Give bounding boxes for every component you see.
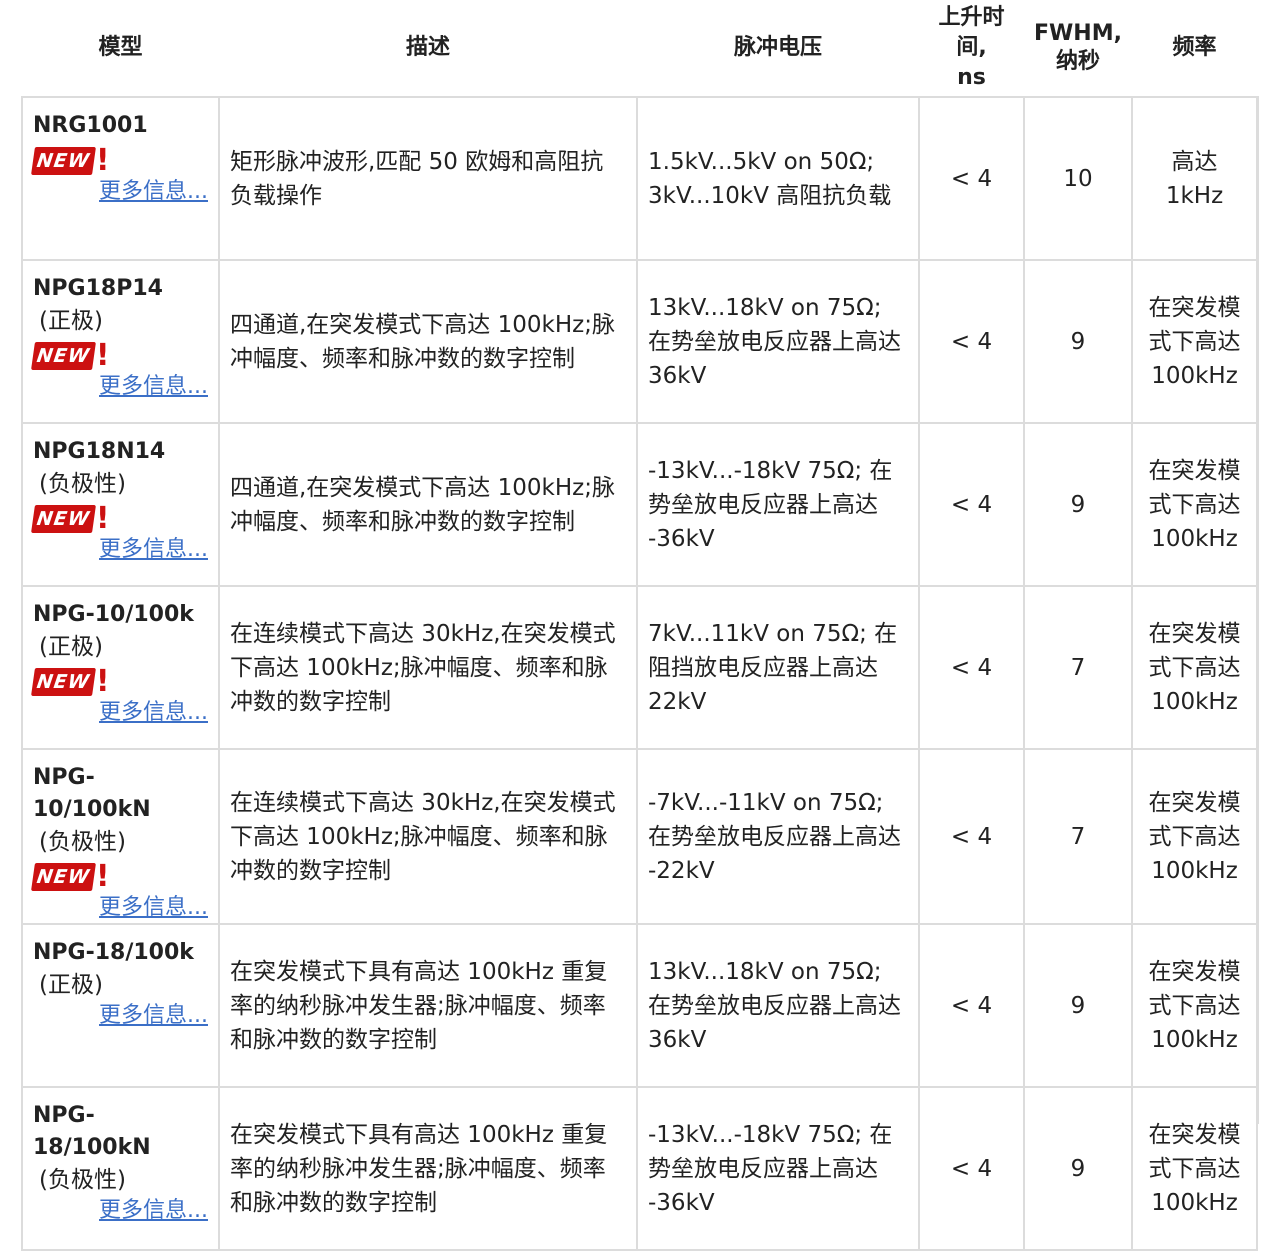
header-rise-line1: 上升时 bbox=[938, 5, 1005, 30]
model-cell: NPG-10/100kN (负极性) NEW! 更多信息... bbox=[21, 748, 220, 925]
header-row: 模型 描述 脉冲电压 上升时 间, ns FWHM, 纳秒 频率 bbox=[22, 0, 1257, 98]
new-badge-text: NEW bbox=[31, 146, 96, 175]
new-badge-mark: ! bbox=[95, 858, 110, 894]
table-row: NRG1001 NEW! 更多信息... 矩形脉冲波形,匹配 50 欧姆和高阻抗… bbox=[21, 96, 1258, 261]
description-cell: 在突发模式下具有高达 100kHz 重复率的纳秒脉冲发生器;脉冲幅度、频率和脉冲… bbox=[218, 923, 638, 1088]
model-cell: NPG-18/100kN (负极性) 更多信息... bbox=[21, 1086, 220, 1251]
header-fwhm-line2: 纳秒 bbox=[1055, 49, 1100, 74]
fwhm-cell: 9 bbox=[1023, 422, 1133, 587]
new-badge-mark: ! bbox=[95, 663, 110, 699]
voltage-cell: -13kV...-18kV 75Ω; 在势垒放电反应器上高达 -36kV bbox=[636, 1086, 920, 1251]
header-voltage: 脉冲电压 bbox=[637, 0, 919, 98]
fwhm-cell: 9 bbox=[1023, 259, 1133, 424]
rise-time-cell: < 4 bbox=[918, 748, 1025, 925]
rise-time-cell: < 4 bbox=[918, 259, 1025, 424]
polarity-label: (负极性) bbox=[39, 471, 126, 497]
description-cell: 四通道,在突发模式下高达 100kHz;脉冲幅度、频率和脉冲数的数字控制 bbox=[218, 422, 638, 587]
description-cell: 在连续模式下高达 30kHz,在突发模式下高达 100kHz;脉冲幅度、频率和脉… bbox=[218, 748, 638, 925]
frequency-cell: 在突发模式下高达 100kHz bbox=[1131, 1086, 1258, 1251]
model-cell: NRG1001 NEW! 更多信息... bbox=[21, 96, 220, 261]
more-info-link[interactable]: 更多信息... bbox=[33, 372, 208, 402]
model-cell: NPG18P14 (正极) NEW! 更多信息... bbox=[21, 259, 220, 424]
header-rise-time: 上升时 间, ns bbox=[919, 0, 1024, 98]
model-cell: NPG-10/100k (正极) NEW! 更多信息... bbox=[21, 585, 220, 750]
frequency-cell: 在突发模式下高达 100kHz bbox=[1131, 585, 1258, 750]
frequency-cell: 高达 1kHz bbox=[1131, 96, 1258, 261]
new-badge-text: NEW bbox=[31, 667, 96, 696]
new-badge-text: NEW bbox=[31, 341, 96, 370]
table-row: NPG-10/100k (正极) NEW! 更多信息... 在连续模式下高达 3… bbox=[21, 585, 1258, 750]
rise-time-cell: < 4 bbox=[918, 923, 1025, 1088]
fwhm-cell: 10 bbox=[1023, 96, 1133, 261]
model-name: NPG-18/100k bbox=[33, 940, 194, 965]
table-row: NPG-18/100kN (负极性) 更多信息... 在突发模式下具有高达 10… bbox=[21, 1086, 1258, 1251]
new-badge-mark: ! bbox=[95, 500, 110, 536]
fwhm-cell: 9 bbox=[1023, 1086, 1133, 1251]
more-info-link[interactable]: 更多信息... bbox=[33, 1001, 208, 1031]
model-cell: NPG18N14 (负极性) NEW! 更多信息... bbox=[21, 422, 220, 587]
model-name: NPG-18/100kN bbox=[33, 1103, 151, 1160]
header-fwhm-line1: FWHM, bbox=[1034, 21, 1122, 46]
rise-time-cell: < 4 bbox=[918, 422, 1025, 587]
table-row: NPG-18/100k (正极) 更多信息... 在突发模式下具有高达 100k… bbox=[21, 923, 1258, 1088]
new-badge: NEW! bbox=[31, 500, 110, 536]
new-badge-mark: ! bbox=[95, 337, 110, 373]
header-description: 描述 bbox=[219, 0, 637, 98]
polarity-label: (正极) bbox=[39, 634, 103, 660]
new-badge-mark: ! bbox=[95, 142, 110, 178]
frequency-cell: 在突发模式下高达 100kHz bbox=[1131, 748, 1258, 925]
rise-time-cell: < 4 bbox=[918, 96, 1025, 261]
frequency-cell: 在突发模式下高达 100kHz bbox=[1131, 259, 1258, 424]
table-right-border bbox=[1257, 96, 1262, 1124]
model-cell: NPG-18/100k (正极) 更多信息... bbox=[21, 923, 220, 1088]
new-badge-text: NEW bbox=[31, 504, 96, 533]
voltage-cell: -7kV...-11kV on 75Ω; 在势垒放电反应器上高达 -22kV bbox=[636, 748, 920, 925]
polarity-label: (负极性) bbox=[39, 1167, 126, 1193]
new-badge: NEW! bbox=[31, 142, 110, 178]
more-info-link[interactable]: 更多信息... bbox=[33, 893, 208, 923]
header-fwhm: FWHM, 纳秒 bbox=[1024, 0, 1132, 98]
description-cell: 在突发模式下具有高达 100kHz 重复率的纳秒脉冲发生器;脉冲幅度、频率和脉冲… bbox=[218, 1086, 638, 1251]
voltage-cell: 13kV...18kV on 75Ω; 在势垒放电反应器上高达 36kV bbox=[636, 923, 920, 1088]
model-name: NPG-10/100kN bbox=[33, 765, 151, 822]
more-info-link[interactable]: 更多信息... bbox=[33, 177, 208, 207]
new-badge: NEW! bbox=[31, 337, 110, 373]
more-info-link[interactable]: 更多信息... bbox=[33, 1196, 208, 1226]
new-badge-text: NEW bbox=[31, 862, 96, 891]
more-info-link[interactable]: 更多信息... bbox=[33, 698, 208, 728]
voltage-cell: -13kV...-18kV 75Ω; 在势垒放电反应器上高达 -36kV bbox=[636, 422, 920, 587]
rise-time-cell: < 4 bbox=[918, 1086, 1025, 1251]
new-badge: NEW! bbox=[31, 858, 110, 894]
header-frequency: 频率 bbox=[1132, 0, 1257, 98]
new-badge: NEW! bbox=[31, 663, 110, 699]
header-model: 模型 bbox=[22, 0, 219, 98]
products-table: 模型 描述 脉冲电压 上升时 间, ns FWHM, 纳秒 频率 NRG1001… bbox=[21, 0, 1258, 1251]
header-rise-line2: 间, bbox=[956, 35, 987, 60]
polarity-label: (负极性) bbox=[39, 829, 126, 855]
frequency-cell: 在突发模式下高达 100kHz bbox=[1131, 923, 1258, 1088]
model-name: NPG18P14 bbox=[33, 276, 163, 301]
polarity-label: (正极) bbox=[39, 308, 103, 334]
description-cell: 在连续模式下高达 30kHz,在突发模式下高达 100kHz;脉冲幅度、频率和脉… bbox=[218, 585, 638, 750]
frequency-cell: 在突发模式下高达 100kHz bbox=[1131, 422, 1258, 587]
voltage-cell: 1.5kV...5kV on 50Ω; 3kV...10kV 高阻抗负载 bbox=[636, 96, 920, 261]
more-info-link[interactable]: 更多信息... bbox=[33, 535, 208, 565]
voltage-cell: 7kV...11kV on 75Ω; 在阻挡放电反应器上高达 22kV bbox=[636, 585, 920, 750]
fwhm-cell: 7 bbox=[1023, 585, 1133, 750]
model-name: NPG-10/100k bbox=[33, 602, 194, 627]
table-row: NPG18P14 (正极) NEW! 更多信息... 四通道,在突发模式下高达 … bbox=[21, 259, 1258, 424]
model-name: NRG1001 bbox=[33, 113, 148, 138]
table-row: NPG-10/100kN (负极性) NEW! 更多信息... 在连续模式下高达… bbox=[21, 748, 1258, 925]
polarity-label: (正极) bbox=[39, 972, 103, 998]
fwhm-cell: 9 bbox=[1023, 923, 1133, 1088]
voltage-cell: 13kV...18kV on 75Ω; 在势垒放电反应器上高达 36kV bbox=[636, 259, 920, 424]
description-cell: 矩形脉冲波形,匹配 50 欧姆和高阻抗负载操作 bbox=[218, 96, 638, 261]
rise-time-cell: < 4 bbox=[918, 585, 1025, 750]
table-row: NPG18N14 (负极性) NEW! 更多信息... 四通道,在突发模式下高达… bbox=[21, 422, 1258, 587]
fwhm-cell: 7 bbox=[1023, 748, 1133, 925]
header-rise-line3: ns bbox=[957, 65, 986, 90]
model-name: NPG18N14 bbox=[33, 439, 166, 464]
description-cell: 四通道,在突发模式下高达 100kHz;脉冲幅度、频率和脉冲数的数字控制 bbox=[218, 259, 638, 424]
